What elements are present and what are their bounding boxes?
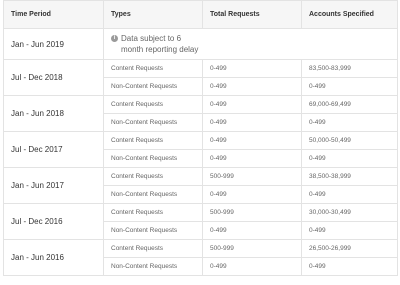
total-requests-cell: 0-499	[202, 59, 302, 78]
type-cell: Non-Content Requests	[103, 149, 203, 168]
type-cell: Content Requests	[103, 131, 203, 150]
total-requests-cell: 0-499	[202, 221, 302, 240]
type-cell: Content Requests	[103, 239, 203, 258]
total-requests-cell: 0-499	[202, 77, 302, 96]
total-requests-cell: 500-999	[202, 167, 302, 186]
type-cell: Non-Content Requests	[103, 185, 203, 204]
type-cell: Non-Content Requests	[103, 257, 203, 276]
header-accounts-specified: Accounts Specified	[301, 0, 398, 29]
time-period-cell: Jul - Dec 2016	[3, 203, 104, 240]
time-period-cell: Jan - Jun 2018	[3, 95, 104, 132]
accounts-specified-cell: 0-499	[301, 113, 398, 132]
accounts-specified-cell: 0-499	[301, 149, 398, 168]
total-requests-cell: 500-999	[202, 239, 302, 258]
accounts-specified-cell: 50,000-50,499	[301, 131, 398, 150]
reporting-delay-note: i Data subject to 6 month reporting dela…	[111, 29, 397, 59]
table-row: Jul - Dec 2016 Content Requests 500-999 …	[3, 203, 398, 240]
table-row: Jan - Jun 2019 i Data subject to 6 month…	[3, 28, 398, 60]
type-cell: Content Requests	[103, 95, 203, 114]
time-period-cell: Jan - Jun 2019	[3, 28, 104, 60]
time-period-cell: Jan - Jun 2017	[3, 167, 104, 204]
header-time-period: Time Period	[3, 0, 104, 29]
table-row: Jan - Jun 2017 Content Requests 500-999 …	[3, 167, 398, 204]
time-period-cell: Jul - Dec 2017	[3, 131, 104, 168]
requests-table: Time Period Types Total Requests Account…	[3, 0, 398, 276]
table-row: Jan - Jun 2016 Content Requests 500-999 …	[3, 239, 398, 276]
total-requests-cell: 0-499	[202, 131, 302, 150]
reporting-delay-cell: i Data subject to 6 month reporting dela…	[103, 28, 398, 60]
header-row: Time Period Types Total Requests Account…	[3, 0, 398, 29]
total-requests-cell: 0-499	[202, 149, 302, 168]
table-header: Time Period Types Total Requests Account…	[3, 0, 398, 29]
total-requests-cell: 0-499	[202, 257, 302, 276]
header-total-requests: Total Requests	[202, 0, 302, 29]
accounts-specified-cell: 0-499	[301, 77, 398, 96]
accounts-specified-cell: 30,000-30,499	[301, 203, 398, 222]
accounts-specified-cell: 0-499	[301, 185, 398, 204]
type-cell: Content Requests	[103, 167, 203, 186]
type-cell: Non-Content Requests	[103, 77, 203, 96]
total-requests-cell: 0-499	[202, 95, 302, 114]
total-requests-cell: 0-499	[202, 185, 302, 204]
total-requests-cell: 0-499	[202, 113, 302, 132]
reporting-delay-text: Data subject to 6 month reporting delay	[121, 34, 199, 54]
accounts-specified-cell: 0-499	[301, 257, 398, 276]
table-body: Jan - Jun 2019 i Data subject to 6 month…	[3, 28, 398, 276]
header-types: Types	[103, 0, 203, 29]
table-row: Jul - Dec 2017 Content Requests 0-499 50…	[3, 131, 398, 168]
type-cell: Non-Content Requests	[103, 221, 203, 240]
time-period-cell: Jul - Dec 2018	[3, 59, 104, 96]
type-cell: Content Requests	[103, 59, 203, 78]
time-period-cell: Jan - Jun 2016	[3, 239, 104, 276]
total-requests-cell: 500-999	[202, 203, 302, 222]
accounts-specified-cell: 69,000-69,499	[301, 95, 398, 114]
accounts-specified-cell: 83,500-83,999	[301, 59, 398, 78]
accounts-specified-cell: 0-499	[301, 221, 398, 240]
type-cell: Non-Content Requests	[103, 113, 203, 132]
table-row: Jan - Jun 2018 Content Requests 0-499 69…	[3, 95, 398, 132]
table-row: Jul - Dec 2018 Content Requests 0-499 83…	[3, 59, 398, 96]
type-cell: Content Requests	[103, 203, 203, 222]
accounts-specified-cell: 38,500-38,999	[301, 167, 398, 186]
info-icon: i	[111, 35, 118, 42]
accounts-specified-cell: 26,500-26,999	[301, 239, 398, 258]
